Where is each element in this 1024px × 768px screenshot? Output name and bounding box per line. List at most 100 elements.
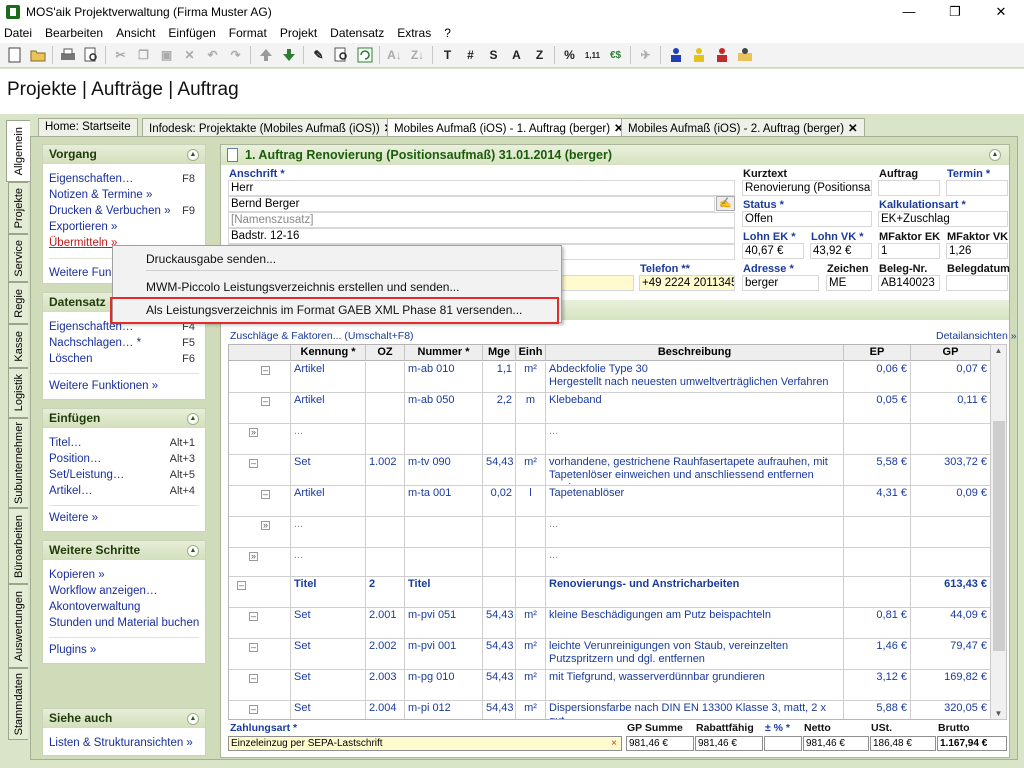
cell-ep[interactable]: 0,05 €: [844, 393, 911, 424]
menu-help[interactable]: ?: [444, 26, 451, 40]
link-kopieren[interactable]: Kopieren »: [43, 567, 205, 583]
text-t-button[interactable]: T: [436, 44, 459, 66]
print-icon[interactable]: [56, 44, 79, 66]
sort-desc-icon[interactable]: Z↓: [406, 44, 429, 66]
collapse-icon[interactable]: ▲: [187, 413, 199, 425]
cut-icon[interactable]: ✂: [109, 44, 132, 66]
print-preview-icon[interactable]: [79, 44, 102, 66]
cell-oz[interactable]: 2: [366, 577, 405, 608]
col-ep[interactable]: EP: [844, 345, 911, 361]
move-up-icon[interactable]: [254, 44, 277, 66]
cell-nummer[interactable]: m-pvi 001: [405, 639, 483, 670]
col-mge[interactable]: Mge: [483, 345, 516, 361]
scroll-down-icon[interactable]: ▼: [991, 709, 1006, 718]
expand-collapse-icon[interactable]: –: [249, 705, 258, 714]
cell-einh[interactable]: m: [516, 393, 546, 424]
cell-nummer[interactable]: m-ta 001: [405, 486, 483, 517]
address-line-1[interactable]: Herr: [228, 180, 735, 196]
link-notizen-termine[interactable]: Notizen & Termine »: [43, 187, 205, 203]
cell-ep[interactable]: [844, 517, 911, 548]
disabled-tool-icon[interactable]: ✈: [634, 44, 657, 66]
sidetab-stammdaten[interactable]: Stammdaten: [8, 668, 28, 740]
cell-oz[interactable]: [366, 548, 405, 577]
link-set-leistung[interactable]: Set/Leistung… Alt+5: [43, 467, 205, 483]
menu-bearbeiten[interactable]: Bearbeiten: [45, 26, 103, 40]
cell-mge[interactable]: 0,02: [483, 486, 516, 517]
user-folder-icon[interactable]: [733, 44, 756, 66]
collapse-icon[interactable]: ▲: [187, 713, 199, 725]
cell-einh[interactable]: l: [516, 486, 546, 517]
menu-projekt[interactable]: Projekt: [280, 26, 317, 40]
cell-beschreibung[interactable]: mit Tiefgrund, wasserverdünnbar grundier…: [546, 670, 844, 701]
tab-auftrag-2[interactable]: Mobiles Aufmaß (iOS) - 2. Auftrag (berge…: [621, 118, 865, 137]
auftrag-field[interactable]: [878, 180, 940, 196]
cell-ep[interactable]: 1,46 €: [844, 639, 911, 670]
lohn-ek-field[interactable]: 40,67 €: [742, 243, 804, 259]
termin-field[interactable]: [946, 180, 1008, 196]
collapse-icon[interactable]: ▲: [989, 149, 1001, 161]
cell-ep[interactable]: [844, 424, 911, 455]
undo-icon[interactable]: ↶: [201, 44, 224, 66]
menu-ansicht[interactable]: Ansicht: [116, 26, 155, 40]
link-loeschen[interactable]: Löschen F6: [43, 351, 205, 367]
sidetab-allgemein[interactable]: Allgemein: [6, 120, 30, 182]
cell-einh[interactable]: [516, 548, 546, 577]
cell-kennung[interactable]: Artikel: [291, 362, 366, 393]
tab-infodesk[interactable]: Infodesk: Projektakte (Mobiles Aufmaß (i…: [142, 118, 401, 137]
cell-gp[interactable]: [911, 424, 990, 455]
tab-auftrag-1[interactable]: Mobiles Aufmaß (iOS) - 1. Auftrag (berge…: [387, 118, 631, 138]
link-exportieren[interactable]: Exportieren »: [43, 219, 205, 235]
menu-einfuegen[interactable]: Einfügen: [168, 26, 215, 40]
cell-gp[interactable]: 44,09 €: [911, 608, 990, 639]
cell-gp[interactable]: 0,11 €: [911, 393, 990, 424]
expand-collapse-icon[interactable]: »: [249, 552, 258, 561]
mfaktor-vk-field[interactable]: 1,26: [946, 243, 1008, 259]
cell-oz[interactable]: 2.004: [366, 701, 405, 719]
sidetab-service[interactable]: Service: [8, 234, 28, 282]
cell-kennung[interactable]: Set: [291, 639, 366, 670]
cell-einh[interactable]: [516, 517, 546, 548]
zuschlaege-link[interactable]: Zuschläge & Faktoren... (Umschalt+F8): [230, 330, 414, 342]
cell-kennung[interactable]: Set: [291, 670, 366, 701]
cell-beschreibung[interactable]: leichte Verunreinigungen von Staub, vere…: [546, 639, 844, 670]
decimals-button[interactable]: 1,11: [581, 44, 604, 66]
tab-close-icon[interactable]: ✕: [848, 123, 858, 135]
cell-gp[interactable]: 169,82 €: [911, 670, 990, 701]
link-weitere-funktionen-datensatz[interactable]: Weitere Funktionen »: [43, 378, 205, 394]
menu-format[interactable]: Format: [229, 26, 267, 40]
cell-kennung[interactable]: ...: [291, 424, 366, 455]
cell-ep[interactable]: 4,31 €: [844, 486, 911, 517]
cell-mge[interactable]: 1,1: [483, 362, 516, 393]
cell-nummer[interactable]: m-pg 010: [405, 670, 483, 701]
cell-kennung[interactable]: Artikel: [291, 486, 366, 517]
cell-beschreibung[interactable]: ...: [546, 424, 844, 455]
kurztext-field[interactable]: Renovierung (Positionsauf: [742, 180, 872, 196]
cell-oz[interactable]: [366, 517, 405, 548]
cell-beschreibung[interactable]: ...: [546, 548, 844, 577]
user-blue-icon[interactable]: [664, 44, 687, 66]
cell-mge[interactable]: 54,43: [483, 608, 516, 639]
sidetab-kasse[interactable]: Kasse: [8, 324, 28, 368]
zeichen-field[interactable]: ME: [826, 275, 872, 291]
address-line-4[interactable]: Badstr. 12-16: [228, 228, 735, 244]
cell-mge[interactable]: 54,43: [483, 670, 516, 701]
col-einh[interactable]: Einh: [516, 345, 546, 361]
cell-nummer[interactable]: m-ab 050: [405, 393, 483, 424]
lohn-vk-field[interactable]: 43,92 €: [810, 243, 872, 259]
cell-nummer[interactable]: [405, 424, 483, 455]
tab-startseite[interactable]: Home: Startseite: [38, 118, 138, 137]
cell-ep[interactable]: 5,58 €: [844, 455, 911, 486]
col-gp[interactable]: GP: [911, 345, 990, 361]
scroll-up-icon[interactable]: ▲: [991, 346, 1006, 355]
find-icon[interactable]: [330, 44, 353, 66]
collapse-icon[interactable]: ▲: [187, 149, 199, 161]
cell-mge[interactable]: 54,43: [483, 455, 516, 486]
cell-nummer[interactable]: Titel: [405, 577, 483, 608]
cell-beschreibung[interactable]: Abdeckfolie Type 30 Hergestellt nach neue…: [546, 362, 844, 393]
cell-ep[interactable]: 0,06 €: [844, 362, 911, 393]
minimize-button[interactable]: —: [886, 0, 932, 23]
close-button[interactable]: ✕: [978, 0, 1024, 23]
col-oz[interactable]: OZ: [366, 345, 405, 361]
beleg-nr-field[interactable]: AB140023: [878, 275, 940, 291]
signature-icon[interactable]: ✍: [716, 196, 735, 211]
